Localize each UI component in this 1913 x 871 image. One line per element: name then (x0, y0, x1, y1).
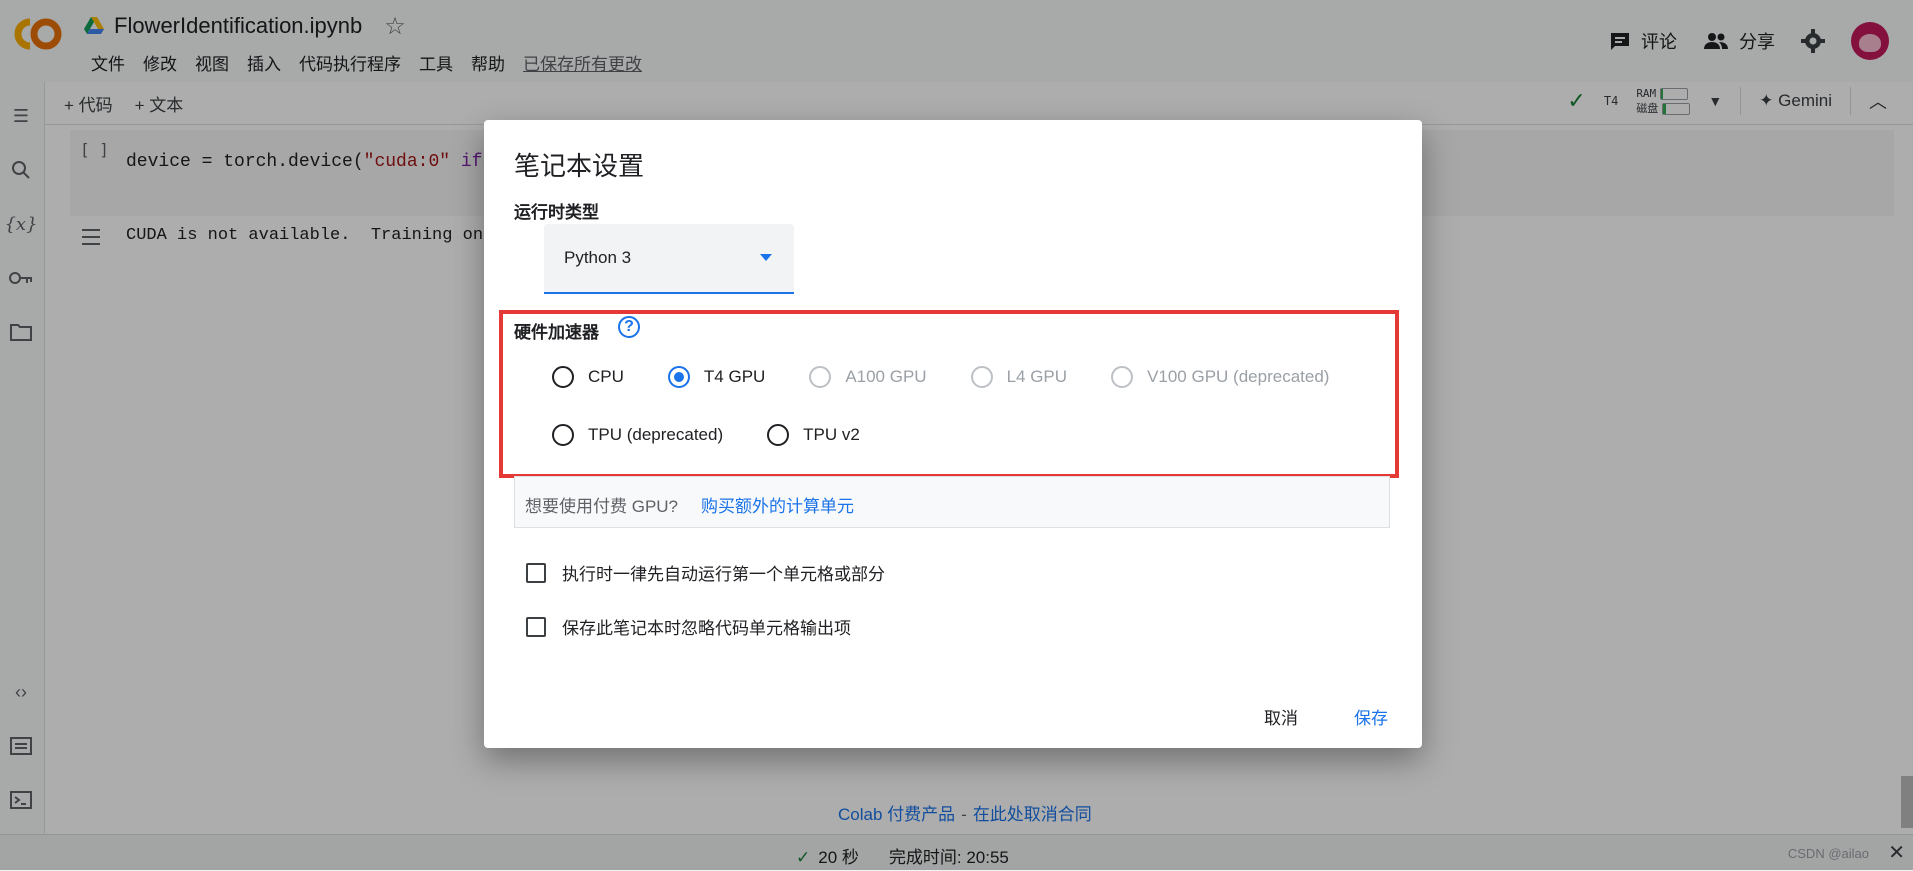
autorun-checkbox[interactable] (526, 562, 546, 583)
dropdown-caret-icon (760, 254, 772, 261)
radio-label: V100 GPU (deprecated) (1147, 367, 1330, 386)
radio-tpu-v2[interactable]: TPU v2 (767, 424, 860, 446)
buy-compute-units-link[interactable]: 购买额外的计算单元 (701, 492, 854, 517)
radio-circle (552, 424, 574, 446)
omit-output-checkbox[interactable] (526, 616, 546, 637)
help-icon[interactable]: ? (618, 316, 640, 338)
autorun-label: 执行时一律先自动运行第一个单元格或部分 (562, 565, 885, 584)
notebook-settings-dialog: 笔记本设置 运行时类型 Python 3 硬件加速器 ? CPU T4 GPU … (484, 120, 1422, 748)
radio-cpu[interactable]: CPU (552, 366, 624, 388)
dialog-title: 笔记本设置 (514, 151, 645, 181)
radio-l4-gpu: L4 GPU (970, 366, 1068, 388)
radio-circle (1111, 366, 1134, 388)
radio-circle (552, 366, 574, 388)
radio-label: L4 GPU (1006, 367, 1068, 386)
autorun-option[interactable]: 执行时一律先自动运行第一个单元格或部分 (526, 560, 885, 585)
radio-circle (667, 366, 690, 388)
radio-a100-gpu: A100 GPU (809, 366, 927, 388)
accelerator-options-row-1: CPU T4 GPU A100 GPU L4 GPU V100 GPU (dep… (552, 366, 1329, 388)
save-button[interactable]: 保存 (1354, 704, 1388, 729)
omit-output-option[interactable]: 保存此笔记本时忽略代码单元格输出项 (526, 614, 851, 639)
runtime-type-value: Python 3 (564, 248, 632, 267)
cancel-button[interactable]: 取消 (1264, 704, 1298, 729)
runtime-type-select[interactable]: Python 3 (544, 224, 794, 294)
radio-label: T4 GPU (703, 367, 766, 386)
radio-circle (970, 366, 993, 388)
radio-label: CPU (588, 367, 624, 386)
paid-gpu-box: 想要使用付费 GPU? 购买额外的计算单元 (514, 476, 1390, 528)
radio-label: TPU (deprecated) (588, 425, 724, 444)
radio-label: TPU v2 (803, 425, 860, 444)
radio-tpu-deprecated[interactable]: TPU (deprecated) (552, 424, 723, 446)
paid-gpu-question: 想要使用付费 GPU? (525, 497, 679, 516)
accelerator-label: 硬件加速器 (514, 323, 599, 342)
radio-label: A100 GPU (845, 367, 927, 386)
radio-v100-gpu: V100 GPU (deprecated) (1111, 366, 1329, 388)
radio-circle (767, 424, 790, 446)
radio-circle (809, 366, 832, 388)
accelerator-options-row-2: TPU (deprecated) TPU v2 (552, 424, 904, 446)
omit-output-label: 保存此笔记本时忽略代码单元格输出项 (562, 619, 851, 638)
runtime-type-label: 运行时类型 (514, 203, 599, 222)
radio-t4-gpu[interactable]: T4 GPU (667, 366, 766, 388)
